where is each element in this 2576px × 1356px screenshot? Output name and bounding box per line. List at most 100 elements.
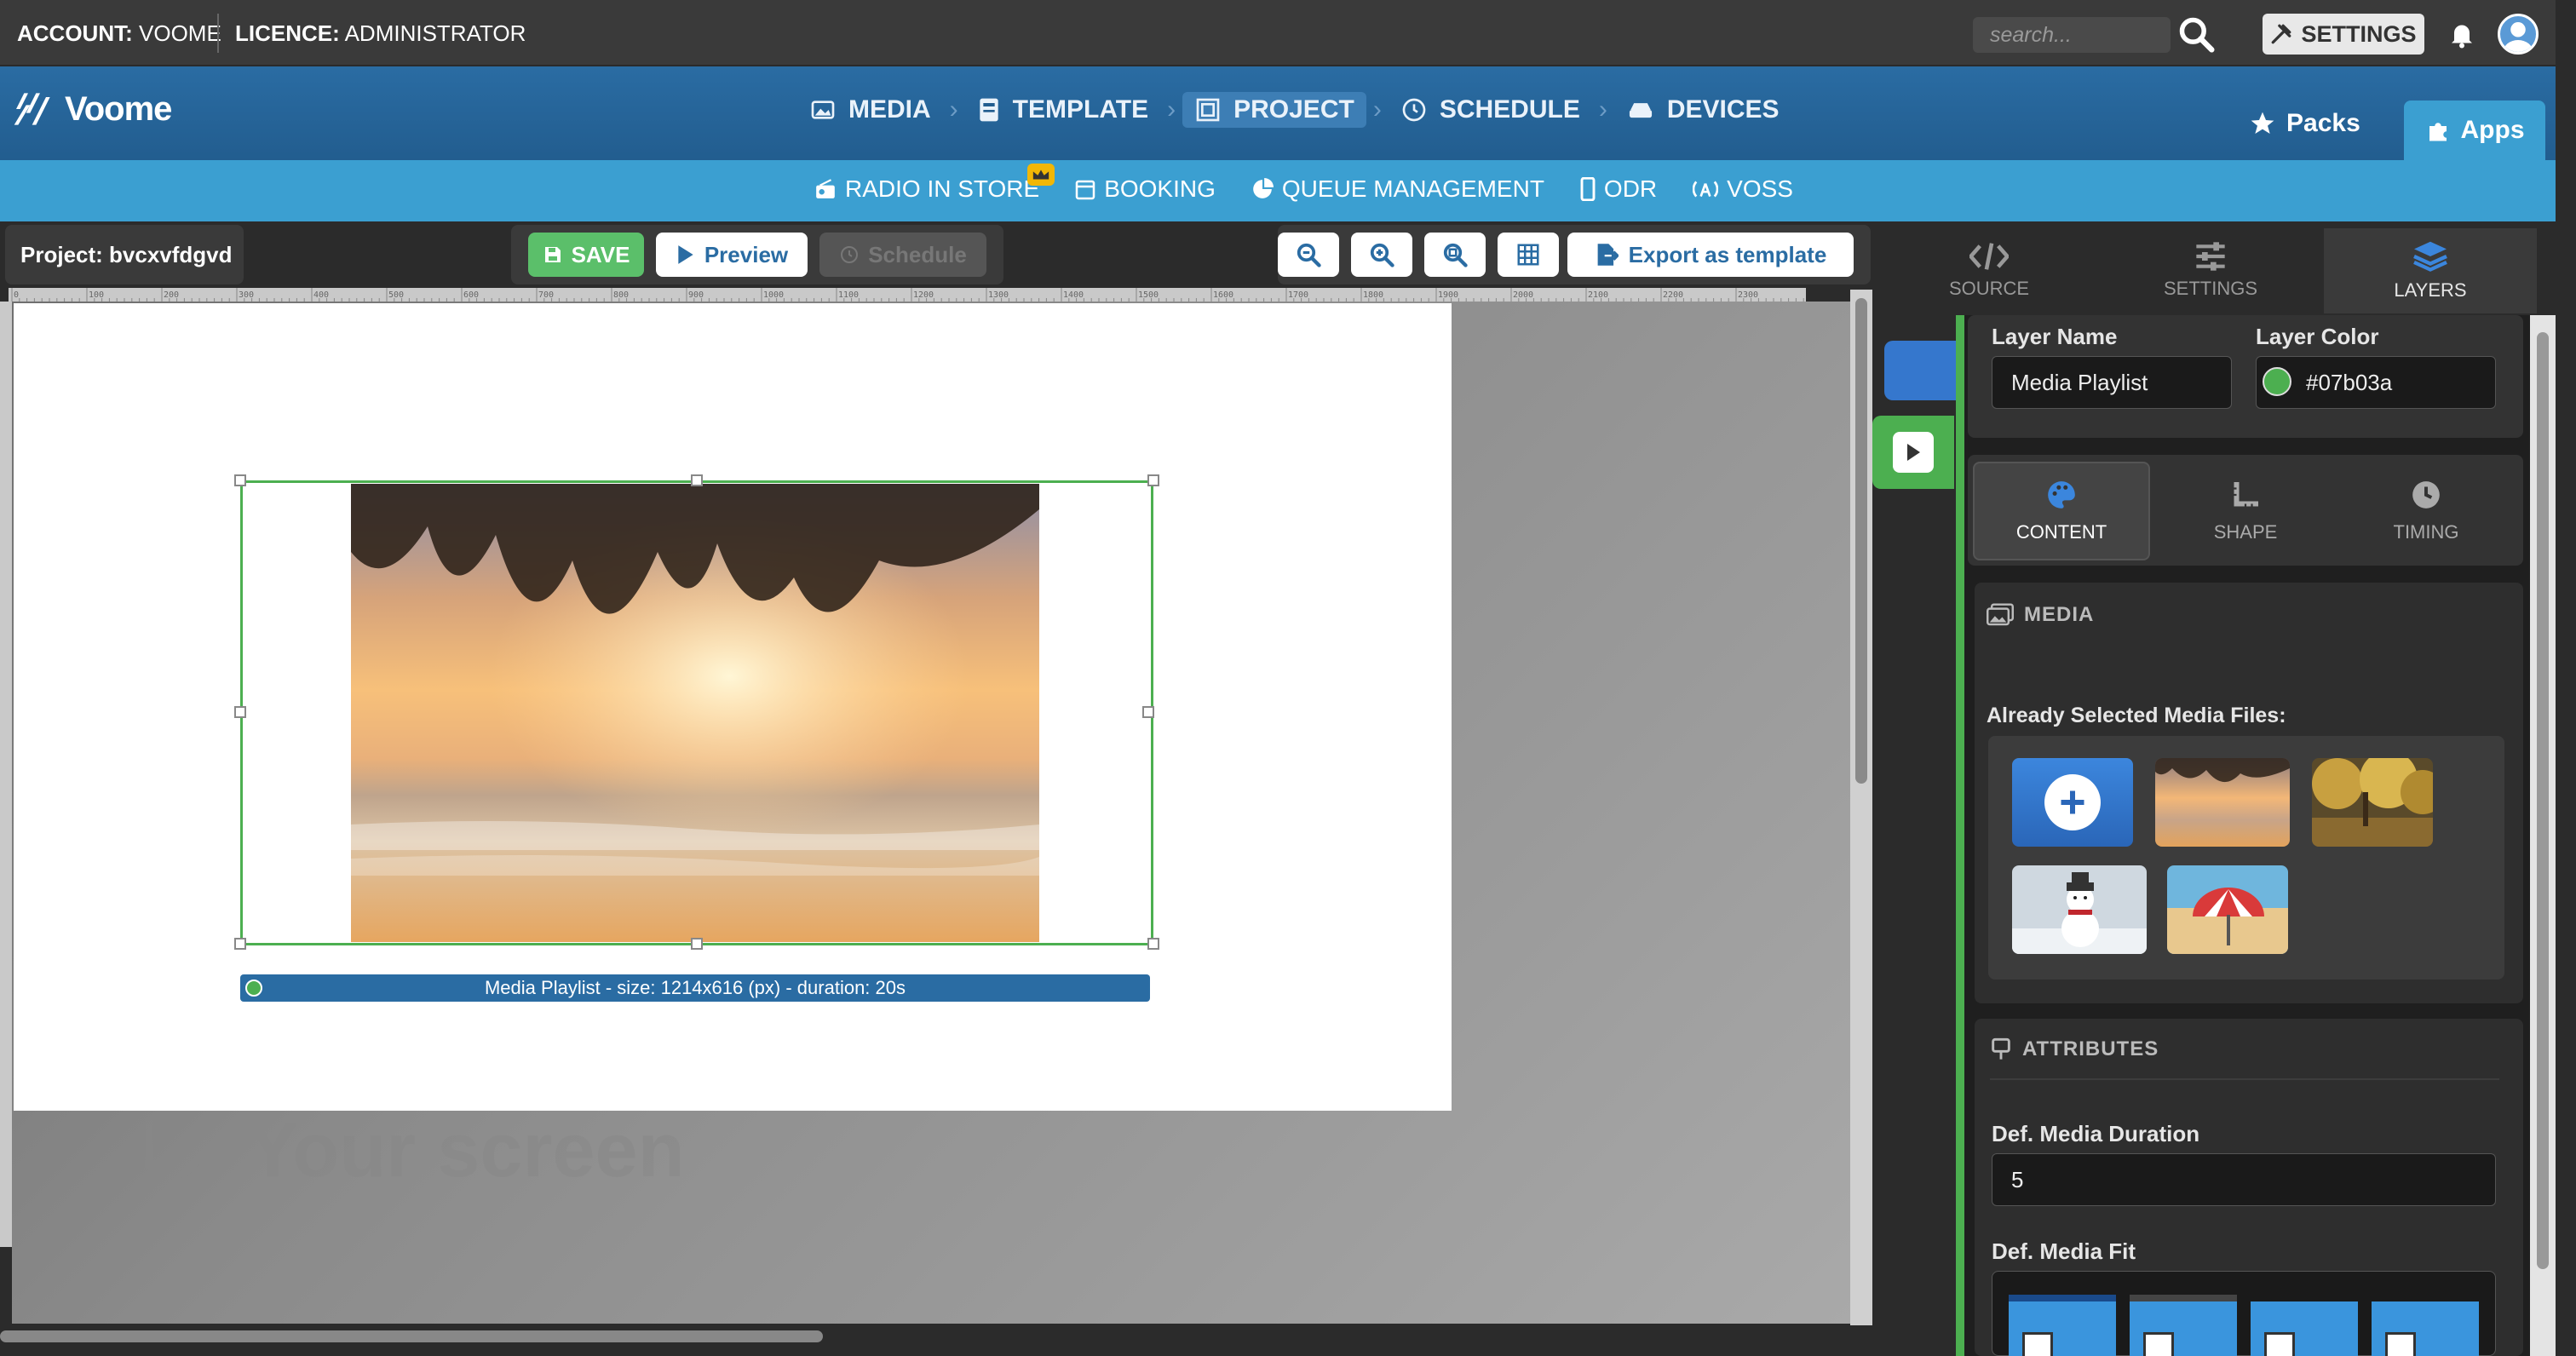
ruler-tick-label: 1000 bbox=[763, 290, 784, 300]
user-avatar[interactable] bbox=[2498, 14, 2539, 55]
grid-icon bbox=[1517, 244, 1539, 266]
image-icon bbox=[811, 101, 835, 119]
export-as-template-button[interactable]: Export as template bbox=[1567, 233, 1854, 277]
add-media-button[interactable] bbox=[2012, 758, 2133, 847]
scroll-thumb[interactable] bbox=[0, 1330, 823, 1342]
apps-tab[interactable]: Apps bbox=[2404, 101, 2545, 160]
ruler-tick-label: 1600 bbox=[1213, 290, 1233, 300]
template-icon bbox=[980, 98, 998, 122]
app-odr[interactable]: ODR bbox=[1580, 175, 1657, 203]
app-voss[interactable]: VOSS bbox=[1693, 175, 1793, 203]
mobile-icon bbox=[1580, 177, 1596, 201]
project-icon bbox=[1196, 98, 1220, 122]
grid-toggle-button[interactable] bbox=[1498, 233, 1559, 277]
media-thumbnail-beach-sunset[interactable] bbox=[2155, 758, 2290, 847]
zoom-in-icon bbox=[1370, 243, 1394, 267]
resize-handle-left[interactable] bbox=[234, 706, 246, 718]
nav-project[interactable]: PROJECT bbox=[1182, 92, 1366, 128]
save-button[interactable]: SAVE bbox=[528, 233, 644, 277]
resize-handle-bottom[interactable] bbox=[691, 938, 703, 950]
layer-item-media-playlist[interactable] bbox=[1872, 416, 1954, 489]
fit-option-contain[interactable] bbox=[2130, 1295, 2237, 1356]
canvas-horizontal-scrollbar[interactable] bbox=[0, 1325, 1874, 1346]
resize-handle-bottom-left[interactable] bbox=[234, 938, 246, 950]
tab-layers[interactable]: LAYERS bbox=[2324, 228, 2537, 313]
duration-label: Def. Media Duration bbox=[1992, 1121, 2200, 1146]
settings-button[interactable]: SETTINGS bbox=[2263, 14, 2424, 55]
document-icon bbox=[2143, 1332, 2174, 1356]
main-nav: Voome MEDIA › TEMPLATE › PROJECT › SCHED… bbox=[0, 66, 2556, 160]
media-thumbnail-snowman[interactable] bbox=[2012, 865, 2147, 954]
puzzle-icon bbox=[2429, 123, 2447, 141]
app-radio-in-store[interactable]: RADIO IN STORE bbox=[814, 164, 1055, 203]
nav-template[interactable]: TEMPLATE bbox=[965, 92, 1160, 128]
app-queue-management[interactable]: QUEUE MANAGEMENT bbox=[1251, 175, 1544, 203]
ruler-tick-label: 2000 bbox=[1513, 290, 1533, 300]
media-thumbnail-beach-umbrella[interactable] bbox=[2167, 865, 2288, 954]
resize-handle-right[interactable] bbox=[1142, 706, 1154, 718]
selected-media-label: Already Selected Media Files: bbox=[1987, 704, 2286, 727]
chevron-right-icon: › bbox=[949, 95, 958, 124]
layer-color-dot bbox=[245, 980, 262, 997]
clock-icon bbox=[1402, 98, 1426, 122]
media-fit-label: Def. Media Fit bbox=[1992, 1238, 2136, 1264]
divider bbox=[217, 14, 219, 53]
tab-shape[interactable]: SHAPE bbox=[2157, 462, 2334, 560]
images-icon bbox=[1987, 603, 2014, 626]
layer-color-input[interactable]: #07b03a bbox=[2256, 356, 2496, 409]
packs-link[interactable]: Packs bbox=[2249, 109, 2360, 138]
resize-handle-top-left[interactable] bbox=[234, 474, 246, 486]
star-icon bbox=[2251, 112, 2274, 134]
zoom-out-icon bbox=[1297, 243, 1321, 267]
resize-handle-bottom-right[interactable] bbox=[1147, 938, 1159, 950]
zoom-out-button[interactable] bbox=[1278, 233, 1339, 277]
selected-layer-frame[interactable] bbox=[240, 480, 1153, 945]
section-divider bbox=[1990, 1078, 2499, 1080]
search-input[interactable] bbox=[1973, 17, 2171, 53]
play-icon bbox=[1893, 432, 1934, 473]
layer-item-1[interactable] bbox=[1884, 341, 1956, 400]
canvas-vertical-scrollbar[interactable] bbox=[1850, 290, 1872, 1329]
corner-arrow-icon bbox=[145, 1119, 200, 1180]
ruler-ticks: 0 100 200 300 400 500 600 700 800 900 1000 1100 1200… bbox=[11, 288, 1804, 302]
color-swatch[interactable] bbox=[2263, 367, 2291, 396]
voome-logo[interactable]: Voome bbox=[10, 85, 172, 133]
project-title: Project: bvcxvfdgvd bbox=[5, 225, 244, 284]
floppy-icon bbox=[544, 247, 561, 262]
layer-name-input[interactable] bbox=[1992, 356, 2232, 409]
document-icon bbox=[2385, 1332, 2416, 1356]
schedule-button[interactable]: Schedule bbox=[819, 233, 986, 277]
tag-icon bbox=[1992, 1037, 2010, 1060]
app-booking[interactable]: BOOKING bbox=[1075, 175, 1216, 203]
tab-timing[interactable]: TIMING bbox=[2337, 462, 2515, 560]
zoom-in-button[interactable] bbox=[1351, 233, 1412, 277]
layer-info-bar[interactable]: Media Playlist - size: 1214x616 (px) - d… bbox=[240, 974, 1150, 1002]
zoom-fit-icon bbox=[1443, 243, 1468, 267]
nav-devices[interactable]: DEVICES bbox=[1614, 92, 1791, 128]
bell-icon[interactable] bbox=[2447, 19, 2477, 49]
scroll-thumb[interactable] bbox=[2537, 332, 2549, 1269]
preview-button[interactable]: Preview bbox=[656, 233, 808, 277]
chevron-right-icon: › bbox=[1598, 95, 1607, 124]
resize-handle-top[interactable] bbox=[691, 474, 703, 486]
scroll-thumb[interactable] bbox=[1855, 298, 1867, 784]
fit-option-stretch[interactable] bbox=[2372, 1295, 2479, 1356]
fit-option-fill[interactable] bbox=[2009, 1295, 2116, 1356]
ruler-tick-label: 2300 bbox=[1738, 290, 1758, 300]
tab-content[interactable]: CONTENT bbox=[1973, 462, 2150, 560]
fit-option-cover[interactable] bbox=[2251, 1295, 2358, 1356]
panel-scrollbar[interactable] bbox=[2530, 315, 2556, 1356]
nav-schedule[interactable]: SCHEDULE bbox=[1389, 92, 1592, 128]
panel-tabs: SOURCE SETTINGS LAYERS bbox=[1874, 228, 2556, 313]
layer-color-label: Layer Color bbox=[2256, 324, 2379, 349]
tab-settings[interactable]: SETTINGS bbox=[2104, 228, 2317, 313]
zoom-fit-button[interactable] bbox=[1424, 233, 1486, 277]
ruler-vertical bbox=[0, 302, 12, 1247]
duration-input[interactable] bbox=[1992, 1153, 2496, 1206]
nav-media[interactable]: MEDIA bbox=[797, 92, 943, 128]
search-icon[interactable] bbox=[2177, 15, 2215, 53]
tab-source[interactable]: SOURCE bbox=[1883, 228, 2096, 313]
media-thumbnail-autumn-trees[interactable] bbox=[2312, 758, 2433, 847]
resize-handle-top-right[interactable] bbox=[1147, 474, 1159, 486]
clock-icon bbox=[841, 246, 859, 263]
